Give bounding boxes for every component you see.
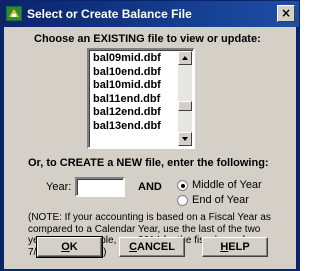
ok-label: K [69,241,78,253]
list-scrollbar[interactable] [178,51,192,146]
arrow-up-icon [182,56,188,60]
title-bar[interactable]: Select or Create Balance File × [1,1,299,27]
cancel-button[interactable]: CANCEL [119,237,185,257]
window-title: Select or Create Balance File [27,7,192,21]
file-list-item[interactable]: bal10end.dbf [91,66,179,80]
dialog-window: Select or Create Balance File × Choose a… [0,0,300,271]
create-file-label: Or, to CREATE a NEW file, enter the foll… [28,157,269,169]
file-list-item[interactable]: bal10mid.dbf [91,79,179,93]
file-listbox[interactable]: bal09mid.dbf bal10end.dbf bal10mid.dbf b… [87,48,195,149]
help-label: ELP [228,241,250,253]
radio-button[interactable] [177,195,188,206]
scroll-up-button[interactable] [178,51,192,65]
help-button[interactable]: HELP [202,237,268,257]
file-list-item[interactable]: bal13end.dbf [91,120,179,134]
ok-button[interactable]: OK [36,236,103,258]
arrow-down-icon [182,137,188,141]
close-icon: × [280,6,292,20]
year-input[interactable] [75,177,125,197]
file-list-item[interactable]: bal12end.dbf [91,106,179,120]
scroll-thumb[interactable] [178,101,192,111]
radio-end-label: End of Year [192,194,249,206]
ok-accelerator: O [61,241,70,253]
app-icon [6,6,22,21]
radio-middle-label: Middle of Year [192,179,262,191]
scroll-down-button[interactable] [178,132,192,146]
cancel-accelerator: C [129,241,138,253]
choose-file-label: Choose an EXISTING file to view or updat… [34,33,261,45]
year-label: Year: [46,181,72,193]
dialog-body: Choose an EXISTING file to view or updat… [4,27,296,269]
cancel-label: ANCEL [137,241,175,253]
file-list-item[interactable]: bal11end.dbf [91,93,179,107]
close-button[interactable]: × [277,5,295,22]
file-list-item[interactable]: bal09mid.dbf [91,52,179,66]
file-list: bal09mid.dbf bal10end.dbf bal10mid.dbf b… [91,52,179,133]
radio-button-checked[interactable] [177,180,188,191]
and-label: AND [138,181,162,193]
